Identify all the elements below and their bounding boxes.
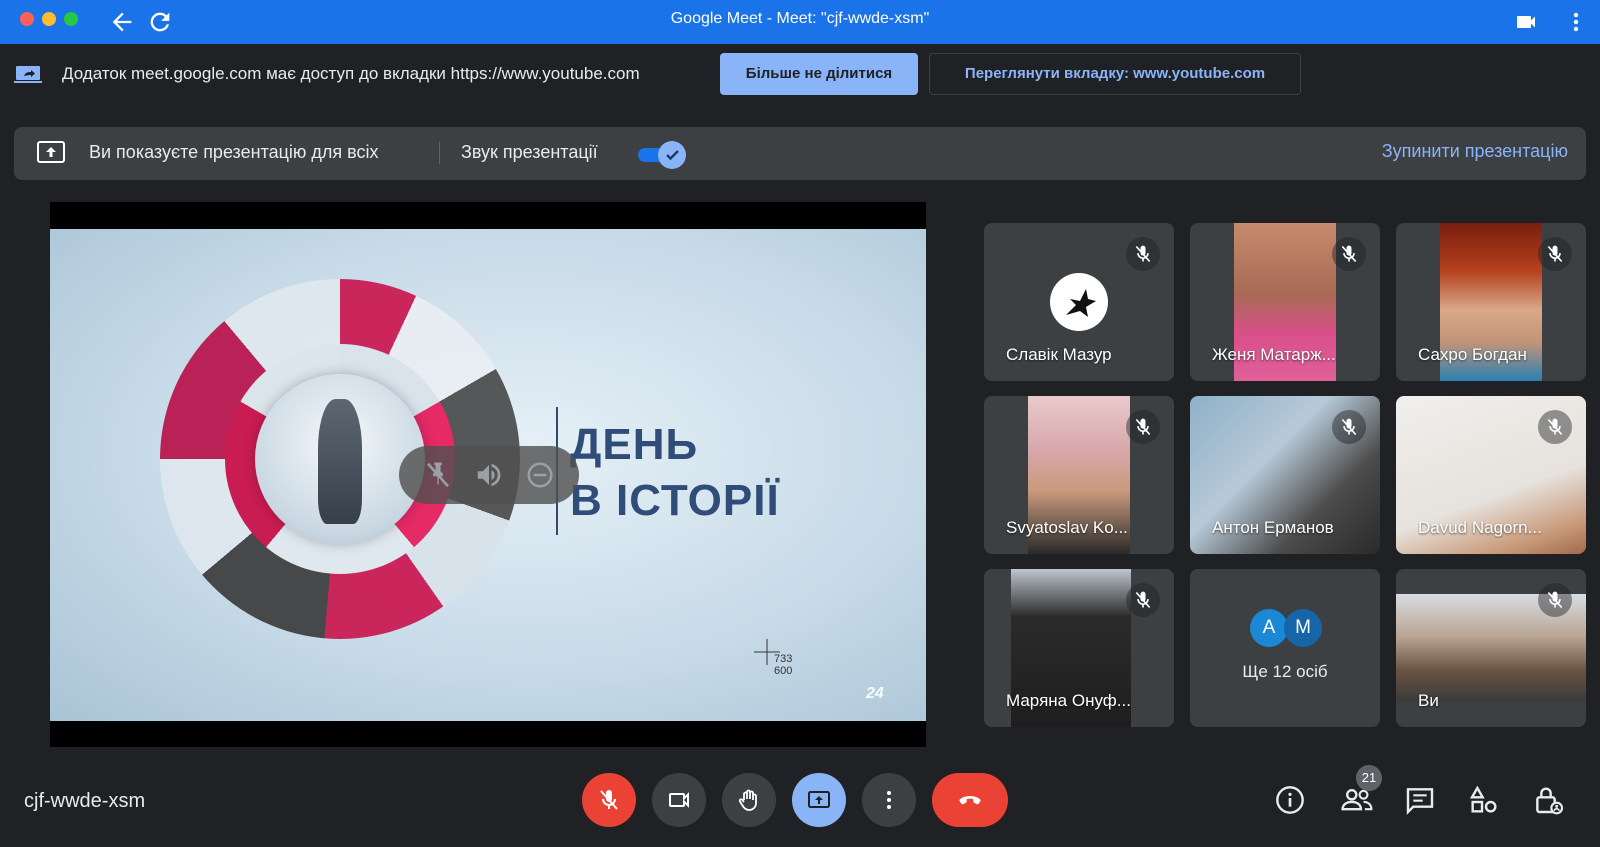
- mic-off-icon: [1538, 583, 1572, 617]
- participant-tile[interactable]: Славік Мазур: [984, 223, 1174, 381]
- mic-off-icon: [600, 790, 618, 810]
- channel-logo: 24: [866, 685, 884, 702]
- more-participants-tile[interactable]: A M Ще 12 осіб: [1190, 569, 1380, 727]
- mic-off-icon: [1332, 237, 1366, 271]
- presentation-hover-controls: [399, 446, 579, 504]
- mic-off-icon: [1538, 237, 1572, 271]
- tab-share-icon: [14, 64, 42, 84]
- mic-off-icon: [1126, 583, 1160, 617]
- mic-off-icon: [1332, 410, 1366, 444]
- mic-toggle-button[interactable]: [582, 773, 636, 827]
- check-icon: [666, 150, 679, 161]
- meeting-details-icon[interactable]: [1274, 784, 1308, 818]
- window-titlebar: Google Meet - Meet: "cjf-wwde-xsm": [0, 0, 1600, 44]
- volume-icon[interactable]: [474, 460, 504, 490]
- cursor-coordinates: 733 600: [774, 653, 792, 677]
- participant-name: Davud Nagorn...: [1418, 518, 1542, 537]
- participant-tile[interactable]: Женя Матарж...: [1190, 223, 1380, 381]
- present-screen-icon: [36, 139, 66, 167]
- present-now-button[interactable]: [792, 773, 846, 827]
- participant-name: Антон Ерманов: [1212, 518, 1334, 537]
- cursor-x: 733: [774, 653, 793, 665]
- mic-off-icon: [1126, 237, 1160, 271]
- people-count-badge: 21: [1356, 765, 1382, 791]
- leave-call-button[interactable]: [932, 773, 1008, 827]
- participant-tile[interactable]: Davud Nagorn...: [1396, 396, 1586, 554]
- meeting-controls-bar: cjf-wwde-xsm 21: [0, 760, 1600, 847]
- chat-icon[interactable]: [1404, 784, 1438, 818]
- avatar: A: [1250, 609, 1288, 647]
- slide-title-line2: В ІСТОРІЇ: [570, 476, 780, 525]
- presentation-sound-label: Звук презентації: [461, 142, 598, 162]
- divider: [439, 142, 440, 164]
- hang-up-icon: [959, 796, 981, 805]
- mic-off-icon: [1126, 410, 1160, 444]
- participant-name: Ви: [1418, 691, 1439, 710]
- unpin-icon[interactable]: [423, 460, 453, 490]
- avatar: M: [1284, 609, 1322, 647]
- presenting-status-text: Ви показуєте презентацію для всіх: [89, 142, 379, 162]
- window-title: Google Meet - Meet: "cjf-wwde-xsm": [670, 10, 930, 27]
- more-options-button[interactable]: [862, 773, 916, 827]
- host-controls-icon[interactable]: [1532, 784, 1566, 818]
- more-participants-text: Ще 12 осіб: [1242, 662, 1328, 681]
- participant-tile[interactable]: Маряна Онуф...: [984, 569, 1174, 727]
- stop-presenting-button[interactable]: Зупинити презентацію: [1382, 141, 1568, 162]
- user-logo-icon: [1066, 289, 1096, 317]
- more-participants-avatars: A M: [1250, 609, 1324, 649]
- mic-off-icon: [1538, 410, 1572, 444]
- camera-icon: [669, 792, 689, 808]
- participant-name: Славік Мазур: [1006, 345, 1112, 364]
- remove-tile-icon[interactable]: [525, 460, 555, 490]
- participant-tile[interactable]: Сахро Богдан: [1396, 223, 1586, 381]
- participant-name: Маряна Онуф...: [1006, 691, 1131, 710]
- toggle-knob: [658, 141, 686, 169]
- more-vert-icon[interactable]: [1566, 8, 1586, 36]
- camera-indicator-icon[interactable]: [1514, 10, 1538, 34]
- presentation-sound-toggle[interactable]: [638, 141, 686, 169]
- participant-name: Сахро Богдан: [1418, 345, 1527, 364]
- activities-icon[interactable]: [1468, 784, 1502, 818]
- cursor-y: 600: [774, 665, 793, 677]
- present-screen-icon: [808, 791, 830, 808]
- slide-title: ДЕНЬ В ІСТОРІЇ: [570, 417, 780, 529]
- raise-hand-button[interactable]: [722, 773, 776, 827]
- participant-tile[interactable]: Svyatoslav Ko...: [984, 396, 1174, 554]
- meeting-code: cjf-wwde-xsm: [24, 790, 146, 812]
- view-tab-button[interactable]: Переглянути вкладку: www.youtube.com: [929, 53, 1301, 95]
- tab-share-notice: Додаток meet.google.com має доступ до вк…: [0, 44, 1600, 104]
- participant-name: Svyatoslav Ko...: [1006, 518, 1128, 537]
- self-tile[interactable]: Ви: [1396, 569, 1586, 727]
- participant-name: Женя Матарж...: [1212, 345, 1336, 364]
- slide-statue-image: [318, 399, 362, 524]
- avatar: [1050, 273, 1108, 331]
- hand-icon: [738, 789, 757, 811]
- presenting-bar: Ви показуєте презентацію для всіх Звук п…: [14, 127, 1586, 180]
- stop-sharing-button[interactable]: Більше не ділитися: [720, 53, 918, 95]
- more-vert-icon: [887, 791, 891, 809]
- share-notice-text: Додаток meet.google.com має доступ до вк…: [62, 64, 640, 83]
- camera-toggle-button[interactable]: [652, 773, 706, 827]
- slide-title-line1: ДЕНЬ: [570, 420, 699, 469]
- presentation-view[interactable]: ДЕНЬ В ІСТОРІЇ 733 600 24: [50, 202, 926, 747]
- participant-tile[interactable]: Антон Ерманов: [1190, 396, 1380, 554]
